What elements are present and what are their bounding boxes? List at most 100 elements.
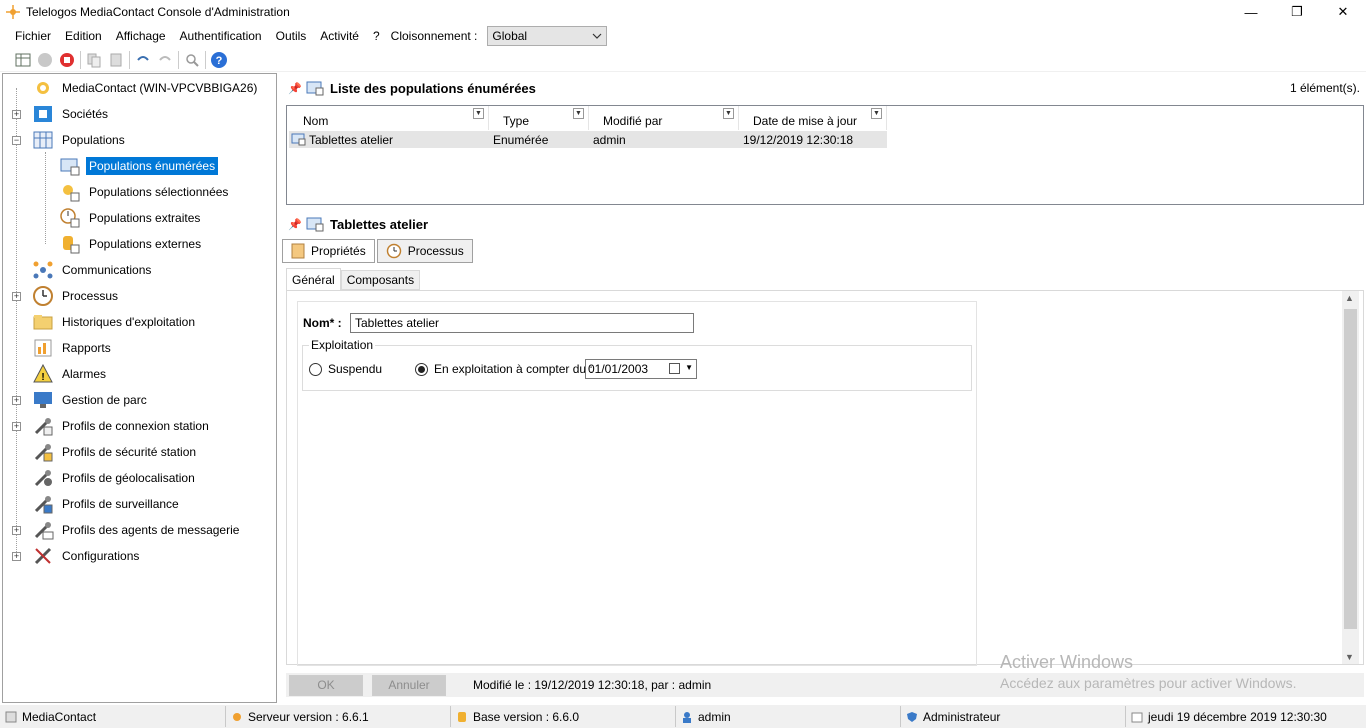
expand-toggle[interactable]: + <box>12 292 21 301</box>
paste-icon[interactable] <box>105 49 127 71</box>
menu-affichage[interactable]: Affichage <box>109 29 173 43</box>
radio-circle <box>415 362 428 376</box>
exploitation-label: Exploitation <box>309 338 376 352</box>
wrench-icon <box>31 544 55 568</box>
tab-composants[interactable]: Composants <box>340 270 421 290</box>
tree-item-profils-connexion[interactable]: Profils de connexion station <box>31 414 212 438</box>
restore-button[interactable]: ❐ <box>1274 0 1320 24</box>
status-datetime-text: jeudi 19 décembre 2019 12:30:30 <box>1148 709 1327 724</box>
nom-input[interactable]: Tablettes atelier <box>350 313 694 333</box>
filter-dropdown-icon[interactable]: ▼ <box>871 108 882 119</box>
redo-icon[interactable] <box>154 49 176 71</box>
tree-line <box>16 88 17 556</box>
close-button[interactable]: ✕ <box>1320 0 1366 24</box>
tab-general[interactable]: Général <box>286 268 341 290</box>
tree-item-profils-surveillance[interactable]: Profils de surveillance <box>31 492 182 516</box>
pin-icon[interactable]: 📌 <box>288 218 302 231</box>
shield-icon <box>905 710 919 724</box>
menu-fichier[interactable]: Fichier <box>8 29 58 43</box>
cloisonnement-value: Global <box>492 29 528 43</box>
status-base-text: Base version : 6.6.0 <box>473 709 580 724</box>
collapse-toggle[interactable]: − <box>12 136 21 145</box>
tab-proprietes[interactable]: Propriétés <box>282 239 375 263</box>
scroll-up-icon[interactable]: ▲ <box>1345 293 1354 303</box>
undo-icon[interactable] <box>132 49 154 71</box>
tree-item-rapports[interactable]: Rapports <box>31 336 114 360</box>
menu-activite[interactable]: Activité <box>313 29 366 43</box>
cloisonnement-select[interactable]: Global <box>487 26 608 46</box>
date-picker[interactable]: 01/01/2003 ▼ <box>585 359 697 379</box>
column-header-type[interactable]: Type ▼ <box>489 106 589 130</box>
stop-icon[interactable] <box>56 49 78 71</box>
table-row[interactable]: Tablettes atelier Enumérée admin 19/12/2… <box>289 131 887 148</box>
ok-button[interactable]: OK <box>289 674 363 696</box>
tree-item-processus[interactable]: Processus <box>31 284 121 308</box>
cloisonnement-label: Cloisonnement : <box>390 29 478 43</box>
report-icon <box>31 336 55 360</box>
server-icon <box>31 76 55 100</box>
menu-help[interactable]: ? <box>366 29 387 43</box>
tree-item-historiques[interactable]: Historiques d'exploitation <box>31 310 198 334</box>
scroll-down-icon[interactable]: ▼ <box>1345 652 1354 662</box>
column-header-modifie-par[interactable]: Modifié par ▼ <box>589 106 739 130</box>
tree-item-populations-extraites[interactable]: Populations extraites <box>58 206 203 230</box>
search-icon[interactable] <box>181 49 203 71</box>
menu-edition[interactable]: Edition <box>58 29 109 43</box>
tree-item-profils-geolocalisation[interactable]: Profils de géolocalisation <box>31 466 198 490</box>
properties-icon <box>291 243 305 259</box>
tree-item-label: Historiques d'exploitation <box>62 315 196 329</box>
tree-item-label: Profils de géolocalisation <box>62 471 195 485</box>
expand-toggle[interactable]: + <box>12 396 21 405</box>
expand-toggle[interactable]: + <box>12 552 21 561</box>
network-icon <box>31 258 55 282</box>
tree-item-profils-securite[interactable]: Profils de sécurité station <box>31 440 199 464</box>
tree-item-populations[interactable]: Populations <box>31 128 128 152</box>
detail-panel-title: Tablettes atelier <box>330 216 429 232</box>
pin-icon[interactable]: 📌 <box>288 82 302 95</box>
status-datetime: jeudi 19 décembre 2019 12:30:30 <box>1126 706 1366 727</box>
copy-icon[interactable] <box>83 49 105 71</box>
cell-nom: Tablettes atelier <box>309 133 394 147</box>
item-count: 1 élément(s). <box>1289 81 1360 95</box>
expand-toggle[interactable]: + <box>12 526 21 535</box>
column-label: Type <box>503 114 530 128</box>
exploitation-group: Exploitation Suspendu En exploitation à … <box>302 338 972 391</box>
filter-dropdown-icon[interactable]: ▼ <box>723 108 734 119</box>
tree-item-communications[interactable]: Communications <box>31 258 154 282</box>
minimize-button[interactable]: — <box>1228 0 1274 24</box>
clock-icon <box>386 243 401 259</box>
help-icon[interactable]: ? <box>208 49 230 71</box>
clock-icon <box>31 284 55 308</box>
subtabs: Général Composants <box>286 268 421 290</box>
column-header-nom[interactable]: Nom ▼ <box>289 106 489 130</box>
radio-en-exploitation[interactable]: En exploitation à compter du : <box>415 362 593 376</box>
detail-panel-header: 📌 Tablettes atelier <box>282 211 1366 237</box>
cancel-button[interactable]: Annuler <box>372 674 446 696</box>
tree-item-configurations[interactable]: Configurations <box>31 544 142 568</box>
column-header-date[interactable]: Date de mise à jour ▼ <box>739 106 887 130</box>
filter-dropdown-icon[interactable]: ▼ <box>573 108 584 119</box>
population-icon <box>306 217 324 232</box>
grid-icon[interactable] <box>12 49 34 71</box>
tree-item-populations-selectionnees[interactable]: Populations sélectionnées <box>58 180 231 204</box>
play-icon[interactable] <box>34 49 56 71</box>
expand-toggle[interactable]: + <box>12 110 21 119</box>
detail-tabs: Propriétés Processus <box>282 239 475 263</box>
radio-suspendu[interactable]: Suspendu <box>309 362 382 376</box>
tree-item-label: Sociétés <box>62 107 109 121</box>
menu-outils[interactable]: Outils <box>269 29 314 43</box>
tree-item-societes[interactable]: Sociétés <box>31 102 111 126</box>
tree-root[interactable]: MediaContact (WIN-VPCVBBIGA26) <box>31 76 260 100</box>
tree-item-gestion-parc[interactable]: Gestion de parc <box>31 388 150 412</box>
vertical-scrollbar[interactable]: ▲ ▼ <box>1342 291 1359 664</box>
expand-toggle[interactable]: + <box>12 422 21 431</box>
filter-dropdown-icon[interactable]: ▼ <box>473 108 484 119</box>
tab-processus[interactable]: Processus <box>376 239 473 263</box>
tree-item-populations-externes[interactable]: Populations externes <box>58 232 204 256</box>
chevron-down-icon: ▼ <box>685 363 693 372</box>
menu-authentification[interactable]: Authentification <box>173 29 269 43</box>
scrollbar-thumb[interactable] <box>1344 309 1357 629</box>
tree-item-profils-agents[interactable]: Profils des agents de messagerie <box>31 518 242 542</box>
tree-item-populations-enumerees[interactable]: Populations énumérées <box>58 154 219 178</box>
tree-item-alarmes[interactable]: ! Alarmes <box>31 362 109 386</box>
